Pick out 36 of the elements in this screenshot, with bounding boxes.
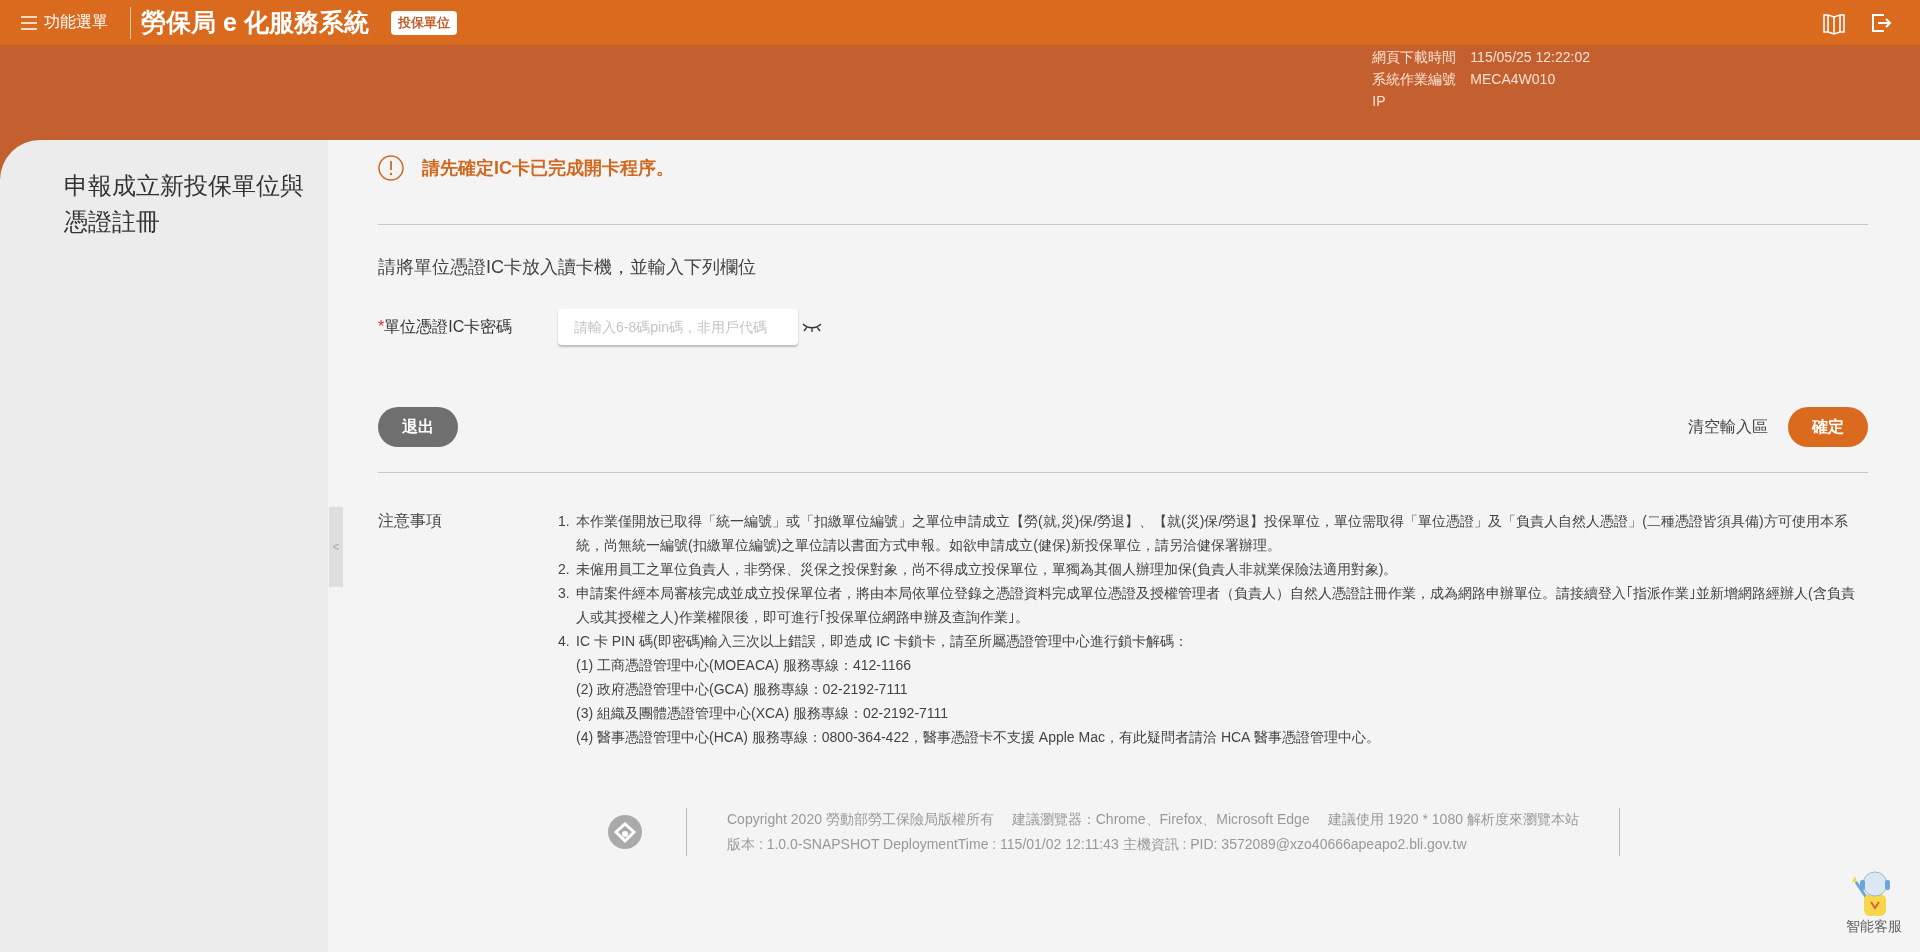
- eye-closed-icon[interactable]: [802, 321, 822, 333]
- list-number: 3.: [558, 584, 571, 603]
- note-text: 申請案件經本局審核完成並成立投保單位者，將由本局依單位登錄之憑證資料完成單位憑證及授權管理者（負責人）自然人憑證註冊作業，成為網路申辦單位。請接續登入｢指派作業｣並新增網路經辦人(含負責人或其授權之人)作業權限後，即可進行｢投保單位網路申辦及查詢作業｣。: [576, 584, 1856, 627]
- menu-icon: [20, 14, 38, 31]
- app-title: 勞保局 e 化服務系統: [141, 7, 369, 38]
- role-badge: 投保單位: [390, 10, 457, 35]
- clear-button[interactable]: 清空輸入區: [1688, 416, 1768, 438]
- note-text: IC 卡 PIN 碼(即密碼)輸入三次以上錯誤，即造成 IC 卡鎖卡，請至所屬憑證管理中心進行鎖卡解碼：: [576, 632, 1189, 651]
- logo-icon: [608, 815, 642, 849]
- confirm-button[interactable]: 確定: [1788, 407, 1868, 447]
- note-text: 未僱用員工之單位負責人，非勞保、災保之投保對象，尚不得成立投保單位，單獨為其個人辦理加保(負責人非就業保險法適用對象)。: [576, 560, 1398, 579]
- warning-text: 請先確定IC卡已完成開卡程序。: [422, 157, 674, 180]
- field-label: *單位憑證IC卡密碼: [378, 316, 514, 337]
- info-label: 網頁下載時間: [1372, 49, 1457, 67]
- note-text: 本作業僅開放已取得「統一編號」或「扣繳單位編號」之單位申請成立【勞(就,災)保/勞退】、【就(災)保/勞退】投保單位，單位需取得「單位憑證」及「負責人自然人憑證」(二種憑證皆須具備)方可使用本系統，尚無統一編號(扣繳單位編號)之單位請以書面方式申報。如欲申請成立(健保)新投保單位，請另洽健保署辦理。: [576, 512, 1849, 555]
- list-number: 1.: [558, 512, 571, 531]
- list-number: 2.: [558, 560, 571, 579]
- footer-text: Copyright 2020 勞動部勞工保險局版權所有 建議瀏覽器：Chrome、Firefox、Microsoft Edge 建議使用 1920 * 1080 解析度來瀏覽本站: [727, 810, 1579, 829]
- contact-line: (1) 工商憑證管理中心(MOEACA) 服務專線：412-1166: [576, 657, 911, 673]
- info-label: IP: [1372, 93, 1387, 109]
- contact-line: (4) 醫事憑證管理中心(HCA) 服務專線：0800-364-422，醫事憑證卡不支援 Apple Mac，有此疑問者請洽 HCA 醫事憑證管理中心。: [576, 729, 1380, 745]
- list-number: 4.: [558, 632, 571, 651]
- notes-title: 注意事項: [378, 511, 443, 531]
- warning-icon: [378, 155, 404, 181]
- info-value: 115/05/25 12:22:02: [1470, 49, 1590, 67]
- menu-button[interactable]: 功能選單: [20, 12, 108, 33]
- info-value: MECA4W010: [1470, 71, 1557, 89]
- info-label: 系統作業編號: [1372, 71, 1457, 89]
- contact-line: (3) 組織及團體憑證管理中心(XCA) 服務專線：02-2192-7111: [576, 705, 949, 721]
- instruction-text: 請將單位憑證IC卡放入讀卡機，並輸入下列欄位: [378, 256, 757, 279]
- footer-text: 版本 : 1.0.0-SNAPSHOT DeploymentTime : 115/01/02 12:11:43 主機資訊 : PID: 3572089@xzo40666apeapo2.bli.gov.tw: [727, 835, 1468, 854]
- contact-line: (2) 政府憑證管理中心(GCA) 服務專線：02-2192-7111: [576, 681, 908, 697]
- page-title: 申報成立新投保單位與憑證註冊: [64, 171, 305, 237]
- assistant-button[interactable]: 智能客服: [1846, 868, 1902, 936]
- logout-icon[interactable]: [1870, 11, 1892, 34]
- exit-button[interactable]: 退出: [378, 407, 458, 447]
